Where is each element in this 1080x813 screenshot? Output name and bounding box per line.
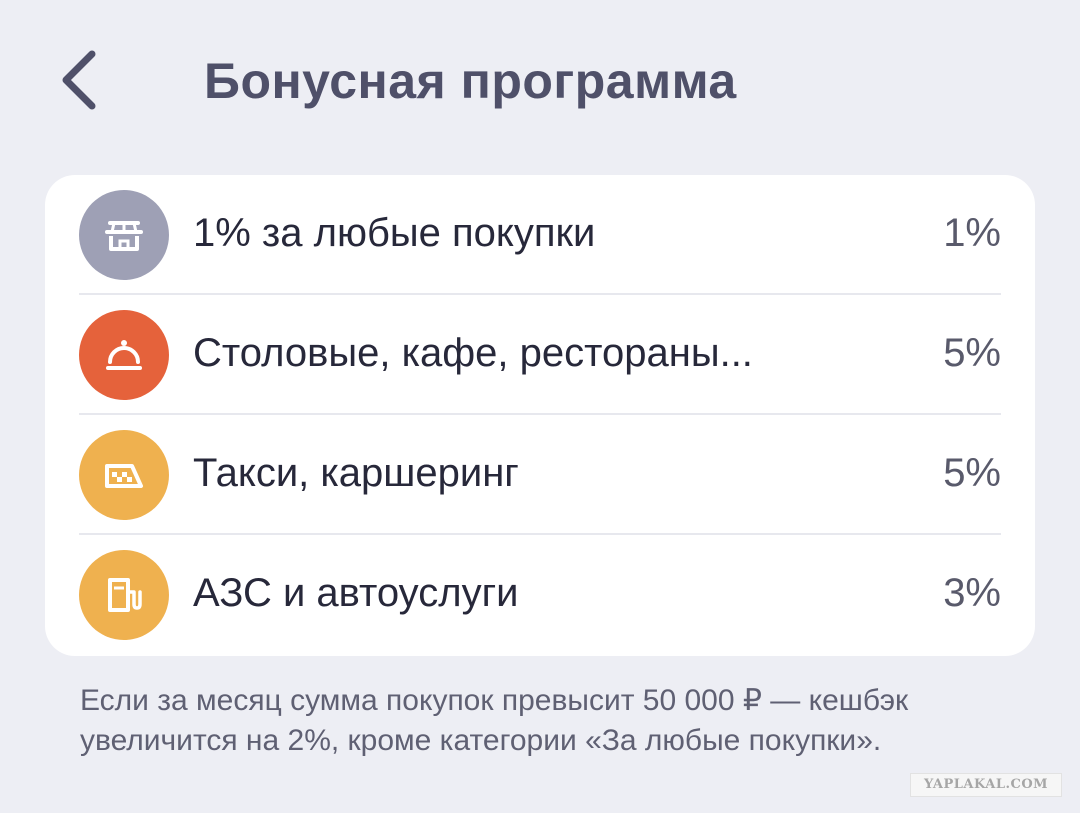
category-row-restaurants[interactable]: Столовые, кафе, рестораны... 5% xyxy=(45,295,1035,415)
page-title: Бонусная программа xyxy=(204,53,737,109)
category-percent: 5% xyxy=(943,331,1001,375)
header: Бонусная программа xyxy=(0,0,1080,160)
watermark-logo: YAPLAKAL.COM xyxy=(910,773,1062,797)
categories-card: 1% за любые покупки 1% Столовые, кафе, р… xyxy=(45,175,1035,656)
category-percent: 3% xyxy=(943,571,1001,615)
store-icon xyxy=(79,190,169,280)
fuel-pump-icon xyxy=(79,550,169,640)
category-row-any-purchases[interactable]: 1% за любые покупки 1% xyxy=(45,175,1035,295)
category-row-taxi[interactable]: Такси, каршеринг 5% xyxy=(45,415,1035,535)
category-label: Столовые, кафе, рестораны... xyxy=(193,331,753,375)
category-percent: 1% xyxy=(943,211,1001,255)
category-label: 1% за любые покупки xyxy=(193,211,596,255)
taxi-icon xyxy=(79,430,169,520)
cashback-note: Если за месяц сумма покупок превысит 50 … xyxy=(80,684,909,757)
category-row-fuel[interactable]: АЗС и автоуслуги 3% xyxy=(45,535,1035,655)
category-label: Такси, каршеринг xyxy=(193,451,519,495)
food-cloche-icon xyxy=(79,310,169,400)
back-button[interactable] xyxy=(52,44,112,116)
category-label: АЗС и автоуслуги xyxy=(193,571,519,615)
chevron-left-icon xyxy=(62,50,96,110)
category-percent: 5% xyxy=(943,451,1001,495)
